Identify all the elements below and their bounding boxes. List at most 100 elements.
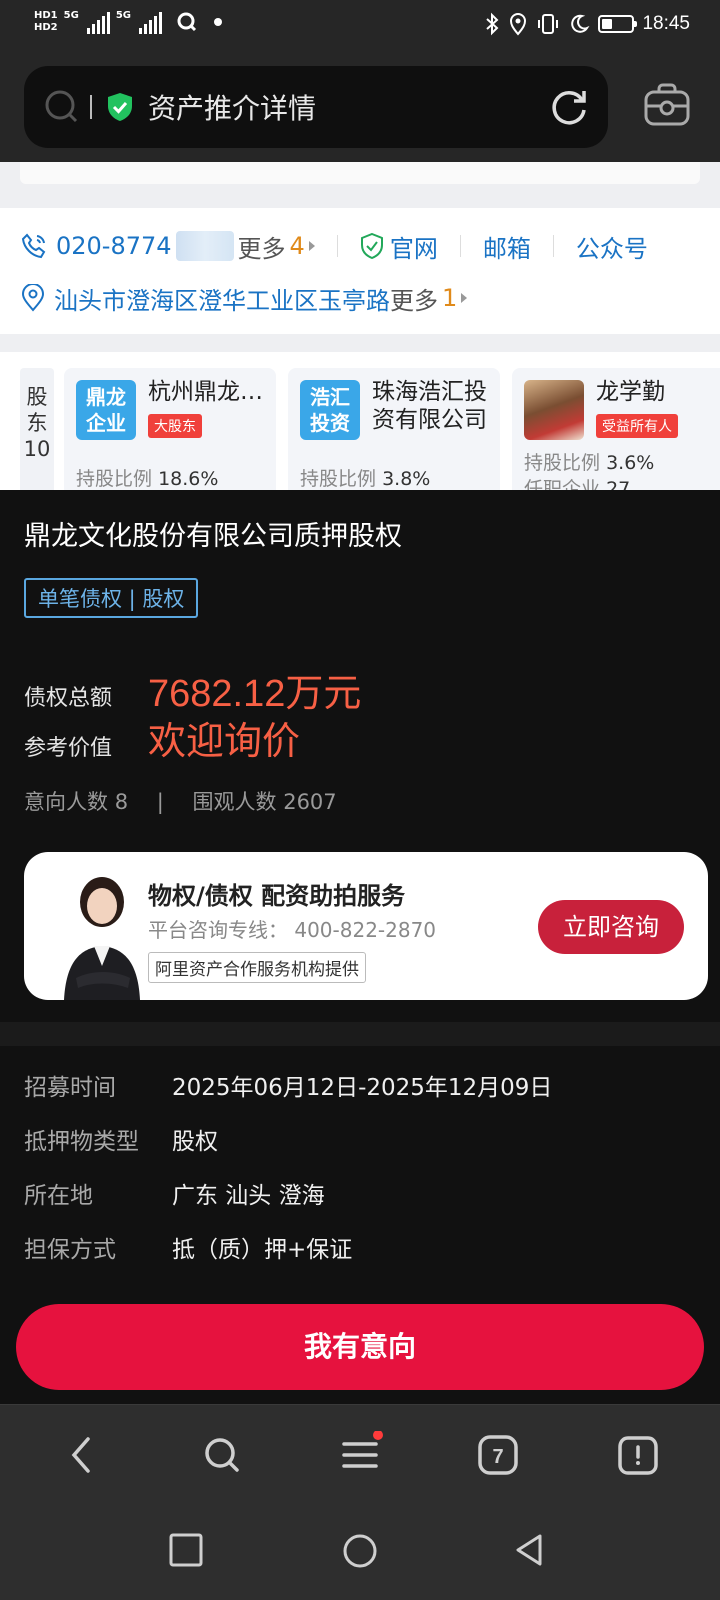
hd-indicator: HD1 HD2 <box>34 10 58 34</box>
shareholder-stat-2: 任职企业 27 <box>524 474 630 490</box>
stat-value: 27 <box>606 478 631 490</box>
bag-icon[interactable] <box>644 82 690 128</box>
tabs-icon[interactable]: 7 <box>474 1431 522 1479</box>
detail-value: 抵（质）押+保证 <box>172 1237 353 1263</box>
address-more-label[interactable]: 更多 <box>390 281 438 316</box>
service-provider-badge: 阿里资产合作服务机构提供 <box>148 952 366 983</box>
search-icon[interactable] <box>198 1431 246 1479</box>
interested-count: 8 <box>114 790 129 814</box>
company-info-area: 020-8774 更多 4 官网 邮箱 公众号 汕头市澄海区澄华工业区玉亭路 更… <box>0 162 720 490</box>
website-link[interactable]: 官网 <box>390 229 438 264</box>
logo-text: 投资 <box>310 411 350 435</box>
shareholders-label[interactable]: 股 东 10 <box>20 368 54 490</box>
shareholders-label-2: 东 <box>26 411 48 435</box>
stat-value: 3.8% <box>382 468 431 490</box>
shareholder-stat: 持股比例 18.6% <box>76 464 218 490</box>
chevron-right-icon <box>308 241 315 251</box>
shareholder-tag: 受益所有人 <box>596 414 678 438</box>
shareholder-card[interactable]: 龙学勤 受益所有人 持股比例 3.6% 任职企业 27 <box>512 368 720 490</box>
detail-row: 担保方式 抵（质）押+保证 <box>24 1230 352 1264</box>
detail-key: 招募时间 <box>24 1075 116 1101</box>
stat-value: 3.6% <box>606 452 655 474</box>
shareholder-card[interactable]: 鼎龙 企业 杭州鼎龙… 大股东 持股比例 18.6% <box>64 368 276 490</box>
detail-row: 所在地 广东 汕头 澄海 <box>24 1176 325 1210</box>
engagement-stats: 意向人数 8 | 围观人数 2607 <box>24 786 337 816</box>
moon-icon <box>571 14 590 33</box>
asset-type-tag: 单笔债权 | 股权 <box>24 578 199 618</box>
status-bar: HD1 HD2 5G 5G 18:45 <box>0 0 720 54</box>
shareholder-name: 珠海浩汇投资有限公司 <box>372 379 487 433</box>
recent-apps-icon[interactable] <box>168 1532 204 1568</box>
address-bar[interactable]: 资产推介详情 <box>24 66 608 148</box>
card-strip <box>20 162 700 184</box>
detail-row: 招募时间 2025年06月12日-2025年12月09日 <box>24 1068 552 1102</box>
hd1-label: HD1 <box>34 10 58 21</box>
stat-label: 任职企业 <box>524 478 601 490</box>
company-logo: 浩汇 投资 <box>300 380 360 440</box>
phone-number[interactable]: 020-8774 <box>56 232 172 260</box>
phone-more-count[interactable]: 4 <box>290 232 305 260</box>
watchers-count: 2607 <box>283 790 337 814</box>
status-left: HD1 HD2 5G 5G <box>34 10 224 34</box>
hd2-label: HD2 <box>34 22 58 33</box>
company-logo: 鼎龙 企业 <box>76 380 136 440</box>
back-icon[interactable] <box>58 1431 106 1479</box>
divider <box>336 235 338 257</box>
dot-icon <box>213 18 222 26</box>
battery-fill <box>602 19 613 29</box>
browser-topbar: 资产推介详情 <box>0 54 720 162</box>
asset-title: 鼎龙文化股份有限公司质押股权 <box>24 521 402 552</box>
status-right: 18:45 <box>484 12 690 36</box>
phone-icon[interactable] <box>20 232 48 260</box>
phone-blur <box>175 231 234 261</box>
stat-label: 持股比例 <box>524 452 601 474</box>
status-time: 18:45 <box>642 13 690 34</box>
page-title: 资产推介详情 <box>148 92 317 125</box>
wechat-link[interactable]: 公众号 <box>576 229 648 264</box>
ref-value: 欢迎询价 <box>148 721 301 763</box>
net1-label: 5G <box>63 10 79 21</box>
shareholder-name: 龙学勤 <box>596 379 665 405</box>
address-more-count[interactable]: 1 <box>442 284 457 312</box>
shareholder-card[interactable]: 浩汇 投资 珠海浩汇投资有限公司 持股比例 3.8% <box>288 368 500 490</box>
system-back-icon[interactable] <box>512 1532 548 1568</box>
signal-icon <box>86 10 110 34</box>
consult-now-button[interactable]: 立即咨询 <box>538 900 684 954</box>
stats-divider: | <box>156 790 164 814</box>
shield-check-icon <box>360 233 383 259</box>
stat-value: 18.6% <box>158 468 219 490</box>
shareholder-stat: 持股比例 3.8% <box>300 464 430 490</box>
home-icon[interactable] <box>614 1431 662 1479</box>
reload-icon[interactable] <box>548 86 590 128</box>
stat-label: 持股比例 <box>300 468 377 490</box>
shareholders-section: 股 东 10 鼎龙 企业 杭州鼎龙… 大股东 持股比例 18.6% 浩汇 投资 … <box>0 352 720 490</box>
search-icon[interactable] <box>44 89 80 125</box>
email-link[interactable]: 邮箱 <box>483 229 531 264</box>
service-hotline[interactable]: 平台咨询专线： 400-822-2870 <box>148 914 436 943</box>
battery-icon <box>598 15 638 33</box>
phone-more-label[interactable]: 更多 <box>238 229 286 264</box>
detail-key: 抵押物类型 <box>24 1129 139 1155</box>
address-divider <box>90 95 92 119</box>
shareholders-label-1: 股 <box>26 385 48 409</box>
detail-value: 广东 汕头 澄海 <box>172 1183 325 1209</box>
shareholder-stat: 持股比例 3.6% <box>524 448 654 475</box>
contact-row: 020-8774 更多 4 官网 邮箱 公众号 <box>20 228 648 264</box>
location-status-icon <box>510 13 527 36</box>
logo-text: 企业 <box>86 411 126 435</box>
logo-text: 浩汇 <box>310 385 350 409</box>
shareholders-label-3: 10 <box>23 437 51 461</box>
divider <box>552 235 554 257</box>
bluetooth-icon <box>486 12 499 36</box>
net2-label: 5G <box>115 10 131 21</box>
system-home-icon[interactable] <box>341 1532 379 1570</box>
express-interest-button[interactable]: 我有意向 <box>16 1304 704 1390</box>
company-address[interactable]: 汕头市澄海区澄华工业区玉亭路 <box>54 281 390 316</box>
menu-icon[interactable] <box>336 1431 384 1479</box>
tab-count: 7 <box>492 1446 503 1468</box>
divider <box>459 235 461 257</box>
browser-toolbar: 7 <box>0 1404 720 1506</box>
consultant-figure <box>64 877 140 1000</box>
service-banner[interactable]: 物权/债权 配资助拍服务 平台咨询专线： 400-822-2870 阿里资产合作… <box>24 852 708 1000</box>
watchers-label: 围观人数 <box>192 790 277 814</box>
